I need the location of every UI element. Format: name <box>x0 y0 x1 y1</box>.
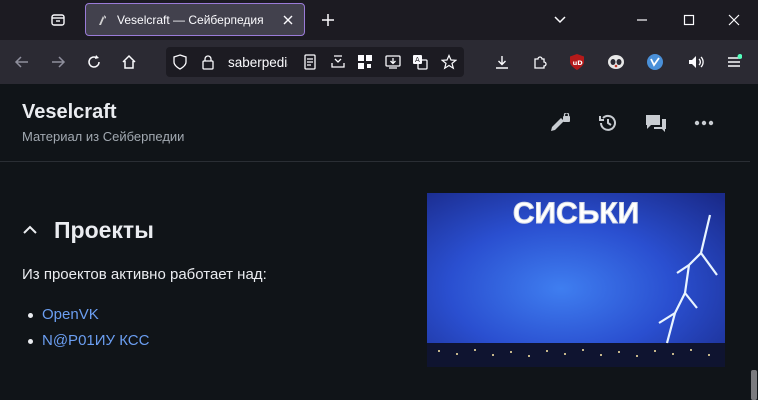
bookmark-star-icon[interactable] <box>441 54 457 70</box>
maximize-icon[interactable] <box>675 6 703 34</box>
history-icon[interactable] <box>596 111 620 135</box>
tab-title: Veselcraft — Сейберпедия <box>117 12 264 27</box>
minimize-icon[interactable] <box>628 6 656 34</box>
speaker-icon[interactable] <box>684 50 708 74</box>
svg-text:A: A <box>415 56 420 64</box>
new-tab-icon[interactable] <box>316 8 340 32</box>
tab-close-icon[interactable] <box>280 12 296 28</box>
project-link-openvk[interactable]: OpenVK <box>42 306 99 323</box>
forward-arrow-icon[interactable] <box>46 50 70 74</box>
page-header: Veselcraft Материал из Сейберпедии <box>0 84 750 162</box>
navigation-toolbar: saberpedia A uD <box>0 40 758 84</box>
talk-icon[interactable] <box>644 111 668 135</box>
screenshot-icon[interactable] <box>385 54 401 70</box>
ublock-origin-icon[interactable]: uD <box>565 50 589 74</box>
page-title: Veselcraft <box>22 101 117 123</box>
privacy-badger-icon[interactable] <box>604 50 628 74</box>
site-favicon-icon <box>95 12 111 28</box>
section-collapse-chevron-icon[interactable] <box>20 220 40 240</box>
more-icon[interactable] <box>692 111 716 135</box>
url-bar[interactable]: saberpedia A <box>166 47 464 77</box>
page-content: Veselcraft Материал из Сейберпедии Проек… <box>0 84 758 400</box>
projects-list: OpenVK N@P01ИУ КСС <box>28 306 149 358</box>
downloads-icon[interactable] <box>490 50 514 74</box>
firefox-view-icon[interactable] <box>46 8 70 32</box>
list-item: OpenVK <box>28 306 149 332</box>
shield-icon[interactable] <box>172 54 188 70</box>
page-subtitle: Материал из Сейберпедии <box>22 129 185 144</box>
lock-icon[interactable] <box>200 54 216 70</box>
pocket-save-icon[interactable] <box>330 54 346 70</box>
menu-hamburger-icon[interactable] <box>722 50 746 74</box>
url-text[interactable]: saberpedia <box>228 55 288 70</box>
tab-list-chevron-down-icon[interactable] <box>546 6 574 34</box>
close-window-icon[interactable] <box>720 6 748 34</box>
list-item: N@P01ИУ КСС <box>28 332 149 358</box>
section-heading: Проекты <box>54 217 154 243</box>
translate-icon[interactable]: A <box>412 54 428 70</box>
project-link-2[interactable]: N@P01ИУ КСС <box>42 332 149 349</box>
section-paragraph: Из проектов активно работает над: <box>22 266 267 283</box>
image-caption-text: СИСЬКИ <box>513 197 639 230</box>
tab-active[interactable]: Veselcraft — Сейберпедия <box>85 3 305 36</box>
scrollbar-track[interactable] <box>750 84 758 400</box>
extensions-puzzle-icon[interactable] <box>528 50 552 74</box>
qr-code-icon[interactable] <box>357 54 373 70</box>
svg-text:uD: uD <box>573 59 584 67</box>
scrollbar-thumb[interactable] <box>751 370 757 400</box>
reload-icon[interactable] <box>82 50 106 74</box>
back-arrow-icon[interactable] <box>10 50 34 74</box>
edit-lock-icon[interactable] <box>548 111 572 135</box>
tab-bar: Veselcraft — Сейберпедия <box>0 0 758 40</box>
article-image[interactable]: СИСЬКИ <box>427 193 725 367</box>
reader-view-icon[interactable] <box>302 54 318 70</box>
home-icon[interactable] <box>117 50 141 74</box>
vk-extension-icon[interactable] <box>643 50 667 74</box>
